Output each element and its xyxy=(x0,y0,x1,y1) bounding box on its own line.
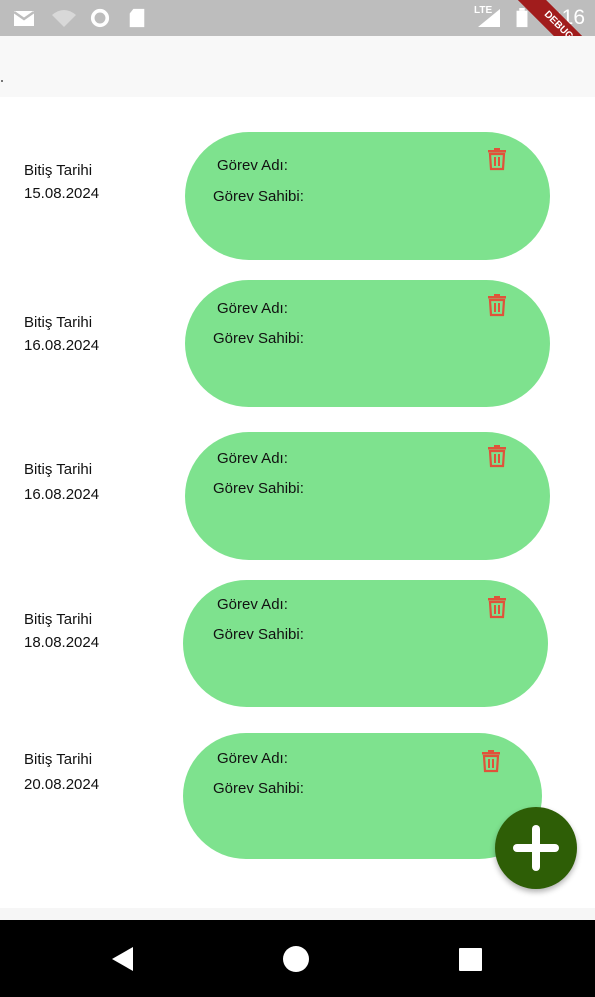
due-date-label: Bitiş Tarihi xyxy=(24,611,93,628)
due-date-value: 18.08.2024 xyxy=(24,634,100,651)
circle-status-icon xyxy=(90,8,110,28)
due-date-label: Bitiş Tarihi xyxy=(24,162,93,179)
task-row: Bitiş Tarihi 18.08.2024 Görev Adı: Görev… xyxy=(0,580,595,710)
trash-icon[interactable] xyxy=(486,293,508,317)
task-card[interactable]: Görev Adı: Görev Sahibi: xyxy=(183,733,542,859)
task-owner-label: Görev Sahibi: xyxy=(213,626,304,643)
due-date-value: 15.08.2024 xyxy=(24,185,100,202)
status-bar: LTE 3:16 DEBUG xyxy=(0,0,595,87)
task-row: Bitiş Tarihi 16.08.2024 Görev Adı: Görev… xyxy=(0,280,595,410)
due-date-block: Bitiş Tarihi 20.08.2024 xyxy=(24,747,99,797)
due-date-block: Bitiş Tarihi 15.08.2024 xyxy=(24,159,99,205)
due-date-block: Bitiş Tarihi 18.08.2024 xyxy=(24,608,99,654)
task-name-label: Görev Adı: xyxy=(217,596,288,613)
trash-icon[interactable] xyxy=(486,595,508,619)
add-task-button[interactable] xyxy=(495,807,577,889)
due-date-value: 20.08.2024 xyxy=(24,776,100,793)
task-owner-label: Görev Sahibi: xyxy=(213,480,304,497)
task-name-label: Görev Adı: xyxy=(217,300,288,317)
sd-card-icon xyxy=(129,8,145,28)
due-date-label: Bitiş Tarihi xyxy=(24,461,93,478)
bottom-divider xyxy=(0,908,595,920)
task-owner-label: Görev Sahibi: xyxy=(213,330,304,347)
task-name-label: Görev Adı: xyxy=(217,750,288,767)
due-date-block: Bitiş Tarihi 16.08.2024 xyxy=(24,458,99,506)
due-date-value: 16.08.2024 xyxy=(24,337,100,354)
task-card[interactable]: Görev Adı: Görev Sahibi: xyxy=(185,280,550,407)
signal-icon xyxy=(478,9,500,27)
app-bar xyxy=(0,36,595,97)
task-row: Bitiş Tarihi 16.08.2024 Görev Adı: Görev… xyxy=(0,432,595,562)
task-card[interactable]: Görev Adı: Görev Sahibi: xyxy=(183,580,548,707)
wifi-icon xyxy=(52,10,76,27)
task-owner-label: Görev Sahibi: xyxy=(213,188,304,205)
task-name-label: Görev Adı: xyxy=(217,157,288,174)
trash-icon[interactable] xyxy=(486,147,508,171)
task-owner-label: Görev Sahibi: xyxy=(213,780,304,797)
due-date-label: Bitiş Tarihi xyxy=(24,751,93,768)
due-date-value: 16.08.2024 xyxy=(24,486,100,503)
trash-icon[interactable] xyxy=(480,749,502,773)
app-bar-mark xyxy=(1,80,3,82)
recents-icon[interactable] xyxy=(453,942,487,976)
due-date-block: Bitiş Tarihi 16.08.2024 xyxy=(24,311,99,357)
task-row: Bitiş Tarihi 15.08.2024 Görev Adı: Görev… xyxy=(0,130,595,260)
task-card[interactable]: Görev Adı: Görev Sahibi: xyxy=(185,432,550,560)
due-date-label: Bitiş Tarihi xyxy=(24,314,93,331)
battery-icon xyxy=(516,8,528,28)
home-icon[interactable] xyxy=(279,942,313,976)
back-icon[interactable] xyxy=(105,942,139,976)
navigation-bar xyxy=(0,920,595,997)
gmail-icon xyxy=(13,10,35,26)
plus-icon xyxy=(513,825,559,871)
task-name-label: Görev Adı: xyxy=(217,450,288,467)
trash-icon[interactable] xyxy=(486,444,508,468)
task-card[interactable]: Görev Adı: Görev Sahibi: xyxy=(185,132,550,260)
